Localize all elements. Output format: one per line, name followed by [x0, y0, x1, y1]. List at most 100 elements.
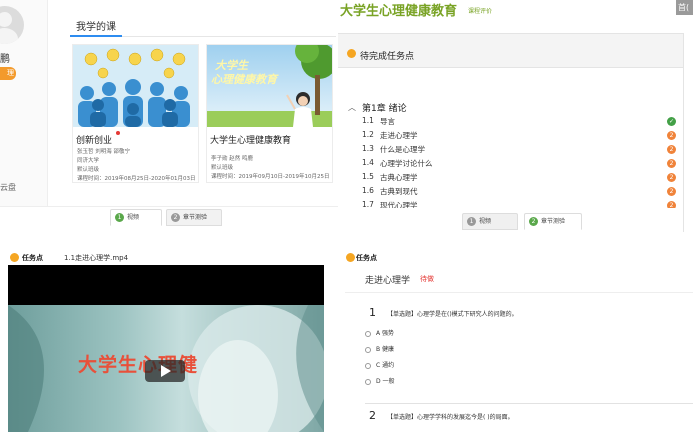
lesson-number: 1.4 — [362, 158, 374, 167]
course-card-innovation[interactable]: 创新创业 张玉哲 刘明海 邵敬宁 同济大学 默认班级 课程时间：2019年08月… — [72, 44, 199, 183]
lesson-number: 1.7 — [362, 200, 374, 208]
question-text: 【单选题】心理学是在()模式下研究人的问题的。 — [387, 311, 518, 318]
lesson-title[interactable]: 古典到现代 — [380, 186, 418, 197]
lesson-item[interactable]: 1.4 心理学讨论什么 2 — [362, 158, 682, 171]
question-number: 2 — [369, 409, 376, 422]
cover-text-line2: 心理健康教育 — [211, 73, 277, 86]
quiz-title: 走进心理学 — [365, 276, 411, 286]
task-point-icon — [347, 49, 356, 58]
task-point-label: 任务点 — [356, 254, 377, 262]
section-title[interactable]: 我学的课 — [76, 18, 116, 33]
profile-card: 鹏 理 云盘 — [0, 0, 48, 206]
content-tabbar: 1 视频 2 章节测验 — [0, 206, 338, 228]
course-school: 同济大学 — [77, 158, 100, 164]
lesson-item[interactable]: 1.6 古典到现代 2 — [362, 186, 682, 199]
tab-number: 2 — [529, 217, 538, 226]
course-class: 默认班级 — [77, 167, 100, 173]
option-label: C 通约 — [376, 362, 395, 369]
video-panel: 任务点 1.1走进心理学.mp4 大学生心理健 — [0, 244, 338, 432]
content-tabbar: 1 视频 2 章节测验 — [338, 210, 693, 232]
course-period: 课程时间：2019年08月25日-2020年01月03日 — [77, 176, 196, 182]
lesson-title[interactable]: 导言 — [380, 116, 395, 127]
lesson-item[interactable]: 1.3 什么是心理学 2 — [362, 144, 682, 157]
tab-label: 章节测验 — [541, 218, 566, 225]
question-number: 1 — [369, 306, 376, 319]
lesson-number: 1.3 — [362, 144, 374, 153]
pending-tasks-header: 待完成任务点 — [338, 34, 683, 68]
user-role-badge[interactable]: 理 — [0, 67, 16, 80]
pending-count-badge: 2 — [667, 159, 676, 168]
pending-count-badge: 2 — [667, 145, 676, 154]
answer-option-a[interactable]: A 强势 — [365, 328, 394, 337]
cloud-drive-link[interactable]: 云盘 — [0, 182, 16, 193]
lesson-item[interactable]: 1.1 导言 ✓ — [362, 116, 682, 129]
answer-option-b[interactable]: B 健康 — [365, 344, 394, 353]
course-cover-image[interactable]: 大学生 心理健康教育 — [207, 45, 332, 127]
lesson-number: 1.2 — [362, 130, 374, 139]
course-period: 课程时间：2019年09月10日-2019年10月25日 — [211, 174, 330, 180]
home-button[interactable]: 首( — [676, 0, 693, 15]
lesson-title[interactable]: 走进心理学 — [380, 130, 418, 141]
divider — [345, 292, 693, 293]
lesson-number: 1.1 — [362, 116, 374, 125]
option-label: A 强势 — [376, 330, 395, 337]
tab-number: 2 — [171, 213, 180, 222]
course-review-link[interactable]: 课程评价 — [468, 6, 492, 15]
tab-label: 视频 — [479, 218, 492, 225]
quiz-panel: 任务点 走进心理学 待做 1 【单选题】心理学是在()模式下研究人的问题的。 A… — [345, 244, 693, 432]
chevron-up-icon[interactable]: ︿ — [348, 102, 356, 113]
lesson-number: 1.6 — [362, 186, 374, 195]
tab-label: 章节测验 — [183, 214, 208, 221]
lesson-title[interactable]: 心理学讨论什么 — [380, 158, 433, 169]
course-title[interactable]: 大学生心理健康教育 — [210, 133, 291, 146]
completed-icon: ✓ — [667, 117, 676, 126]
quiz-status-badge: 待做 — [420, 275, 434, 283]
video-player[interactable]: 大学生心理健 — [8, 265, 324, 432]
play-icon[interactable] — [145, 360, 185, 382]
answer-option-c[interactable]: C 通约 — [365, 360, 394, 369]
course-cover-image[interactable] — [73, 45, 198, 127]
task-point-icon — [346, 253, 355, 262]
active-section-underline — [70, 35, 122, 37]
pending-count-badge: 2 — [667, 187, 676, 196]
tab-quiz[interactable]: 2 章节测验 — [524, 213, 582, 230]
course-class: 默认班级 — [211, 165, 234, 171]
radio-button[interactable] — [365, 330, 371, 337]
lesson-item[interactable]: 1.5 古典心理学 2 — [362, 172, 682, 185]
tab-number: 1 — [467, 217, 476, 226]
answer-option-d[interactable]: D 一般 — [365, 376, 395, 385]
radio-button[interactable] — [365, 378, 371, 385]
pending-count-badge: 2 — [667, 173, 676, 182]
lesson-item[interactable]: 1.2 走进心理学 2 — [362, 130, 682, 143]
course-teachers: 张玉哲 刘明海 邵敬宁 — [77, 149, 130, 155]
course-title[interactable]: 创新创业 — [76, 133, 112, 146]
tab-video[interactable]: 1 视频 — [110, 209, 162, 226]
lesson-title[interactable]: 什么是心理学 — [380, 144, 425, 155]
lesson-title[interactable]: 现代心理学 — [380, 200, 418, 208]
video-file-name: 1.1走进心理学.mp4 — [64, 254, 129, 262]
option-label: B 健康 — [376, 346, 395, 353]
course-header: 大学生心理健康教育 课程评价 首( — [338, 0, 693, 26]
lesson-item[interactable]: 1.7 现代心理学 2 — [362, 200, 682, 208]
tab-label: 视频 — [127, 214, 140, 221]
task-points-panel: 大学生心理健康教育 课程评价 首( 待完成任务点 ︿ 第1章 绪论 1.1 导言… — [338, 0, 693, 232]
task-point-label: 任务点 — [22, 254, 43, 262]
user-name: 鹏 — [0, 54, 10, 65]
option-label: D 一般 — [376, 378, 395, 385]
tab-number: 1 — [115, 213, 124, 222]
avatar[interactable] — [0, 6, 24, 44]
tab-video[interactable]: 1 视频 — [462, 213, 518, 230]
course-teachers: 李子勋 赵然 鸣鹿 — [211, 156, 253, 162]
my-courses-panel: 鹏 理 云盘 我学的课 创新创业 张玉哲 刘明海 邵敬宁 同济大学 默认班级 课… — [0, 0, 338, 228]
course-card-psychology[interactable]: 大学生 心理健康教育 大学生心理健康教育 李子勋 赵然 鸣鹿 默认班级 课程时间… — [206, 44, 333, 183]
course-title[interactable]: 大学生心理健康教育 — [340, 0, 457, 19]
task-point-icon — [10, 253, 19, 262]
pending-tasks-title: 待完成任务点 — [360, 52, 415, 62]
new-notification-dot — [116, 131, 120, 135]
radio-button[interactable] — [365, 362, 371, 369]
pending-count-badge: 2 — [667, 201, 676, 208]
tab-quiz[interactable]: 2 章节测验 — [166, 209, 222, 226]
chapter-heading[interactable]: 第1章 绪论 — [362, 101, 407, 114]
lesson-title[interactable]: 古典心理学 — [380, 172, 418, 183]
radio-button[interactable] — [365, 346, 371, 353]
